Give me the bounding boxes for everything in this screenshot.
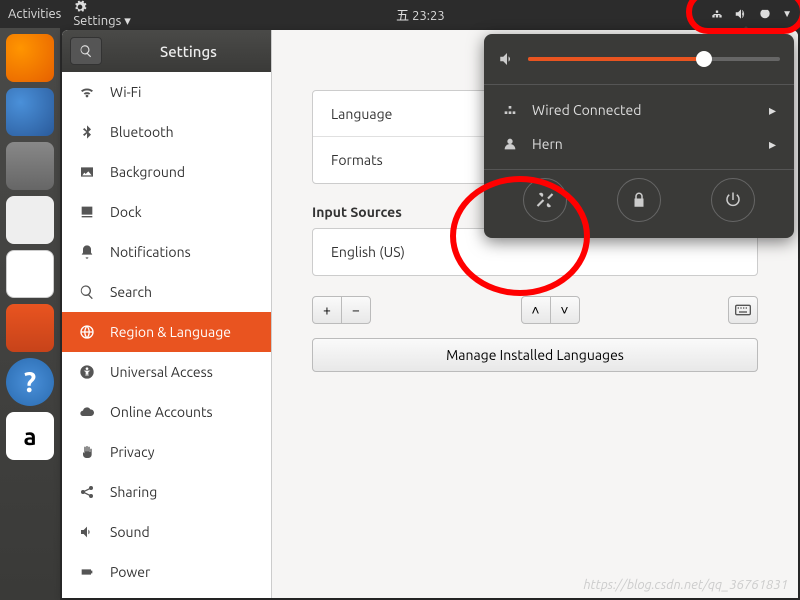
menu-item-label: Wired Connected	[532, 102, 641, 118]
hand-icon	[78, 443, 96, 461]
gear-icon	[73, 0, 87, 14]
power-icon	[724, 191, 742, 209]
dock: ? a	[0, 28, 60, 600]
dock-item-help[interactable]: ?	[6, 358, 54, 406]
remove-input-source-button[interactable]: −	[341, 296, 371, 324]
power-action-button[interactable]	[711, 178, 755, 222]
system-tray[interactable]: ▼	[710, 7, 792, 21]
volume-thumb[interactable]	[696, 51, 712, 67]
dock-item-software[interactable]	[6, 304, 54, 352]
clock[interactable]: 五 23:23	[131, 5, 710, 24]
keyboard-icon	[735, 304, 751, 316]
menu-item-user[interactable]: Hern ▸	[498, 127, 780, 161]
sidebar-title: Settings	[114, 43, 263, 60]
dock-item-writer[interactable]	[6, 250, 54, 298]
sidebar-item-notifications[interactable]: Notifications	[62, 232, 271, 272]
dock-item-thunderbird[interactable]	[6, 88, 54, 136]
lock-icon	[630, 191, 648, 209]
sidebar-list: Wi-Fi Bluetooth Background Dock Notifica…	[62, 72, 271, 598]
user-icon	[502, 136, 518, 152]
sidebar-item-label: Universal Access	[110, 364, 213, 380]
volume-slider[interactable]	[528, 57, 780, 61]
sidebar-item-label: Power	[110, 564, 150, 580]
sidebar-item-online-accounts[interactable]: Online Accounts	[62, 392, 271, 432]
settings-action-button[interactable]	[523, 178, 567, 222]
sidebar-item-power[interactable]: Power	[62, 552, 271, 592]
dock-item-files[interactable]	[6, 142, 54, 190]
sidebar-item-dock[interactable]: Dock	[62, 192, 271, 232]
sidebar-item-label: Notifications	[110, 244, 191, 260]
sidebar-item-wifi[interactable]: Wi-Fi	[62, 72, 271, 112]
input-source-label: English (US)	[331, 244, 739, 260]
sidebar-item-label: Sound	[110, 524, 150, 540]
tools-icon	[536, 191, 554, 209]
manage-languages-button[interactable]: Manage Installed Languages	[312, 338, 758, 372]
sidebar-item-label: Region & Language	[110, 324, 231, 340]
cloud-icon	[78, 403, 96, 421]
dock-item-firefox[interactable]	[6, 34, 54, 82]
sidebar-item-label: Dock	[110, 204, 142, 220]
sidebar-item-background[interactable]: Background	[62, 152, 271, 192]
input-sources-toolbar: + − ˄ ˅	[312, 296, 758, 324]
action-row	[498, 178, 780, 222]
volume-row	[498, 50, 780, 68]
sidebar-item-label: Wi-Fi	[110, 84, 141, 100]
share-icon	[78, 483, 96, 501]
menu-item-network[interactable]: Wired Connected ▸	[498, 93, 780, 127]
bell-icon	[78, 243, 96, 261]
sidebar-item-universal-access[interactable]: Universal Access	[62, 352, 271, 392]
activities-button[interactable]: Activities	[8, 7, 61, 21]
accessibility-icon	[78, 363, 96, 381]
chevron-right-icon: ▸	[769, 136, 776, 153]
system-menu: Wired Connected ▸ Hern ▸	[484, 34, 794, 238]
sidebar-item-label: Sharing	[110, 484, 157, 500]
app-menu[interactable]: Settings ▾	[73, 0, 130, 29]
sidebar-item-label: Bluetooth	[110, 124, 174, 140]
chevron-down-icon: ▼	[782, 8, 792, 20]
dock-icon	[78, 203, 96, 221]
add-input-source-button[interactable]: +	[312, 296, 342, 324]
power-icon[interactable]	[758, 7, 772, 21]
globe-icon	[78, 323, 96, 341]
top-bar: Activities Settings ▾ 五 23:23 ▼	[0, 0, 800, 28]
sidebar-item-privacy[interactable]: Privacy	[62, 432, 271, 472]
move-down-button[interactable]: ˅	[550, 296, 580, 324]
wired-icon	[502, 102, 518, 118]
dock-item-show-apps[interactable]	[6, 552, 54, 600]
keyboard-layout-button[interactable]	[728, 296, 758, 324]
dock-item-amazon[interactable]: a	[6, 412, 54, 460]
search-icon	[78, 283, 96, 301]
sidebar-item-sharing[interactable]: Sharing	[62, 472, 271, 512]
lock-action-button[interactable]	[617, 178, 661, 222]
sidebar-item-search[interactable]: Search	[62, 272, 271, 312]
chevron-right-icon: ▸	[769, 102, 776, 119]
search-button[interactable]	[70, 37, 102, 65]
dock-item-rhythmbox[interactable]	[6, 196, 54, 244]
sidebar-header: Settings	[62, 30, 271, 72]
background-icon	[78, 163, 96, 181]
sidebar-item-label: Privacy	[110, 444, 154, 460]
app-menu-label: Settings ▾	[73, 14, 130, 28]
sidebar-item-bluetooth[interactable]: Bluetooth	[62, 112, 271, 152]
volume-icon[interactable]	[734, 7, 748, 21]
bluetooth-icon	[78, 123, 96, 141]
sidebar-item-label: Search	[110, 284, 152, 300]
speaker-icon	[78, 523, 96, 541]
sidebar-item-label: Online Accounts	[110, 404, 213, 420]
volume-icon	[498, 50, 516, 68]
watermark: https://blog.csdn.net/qq_36761831	[583, 578, 788, 592]
wifi-icon	[78, 83, 96, 101]
sidebar-item-sound[interactable]: Sound	[62, 512, 271, 552]
sidebar-item-label: Background	[110, 164, 185, 180]
search-icon	[79, 44, 93, 58]
menu-item-label: Hern	[532, 136, 563, 152]
settings-sidebar: Settings Wi-Fi Bluetooth Background Dock…	[62, 30, 272, 598]
network-icon[interactable]	[710, 7, 724, 21]
move-up-button[interactable]: ˄	[521, 296, 551, 324]
sidebar-item-region-language[interactable]: Region & Language	[62, 312, 271, 352]
battery-icon	[78, 563, 96, 581]
